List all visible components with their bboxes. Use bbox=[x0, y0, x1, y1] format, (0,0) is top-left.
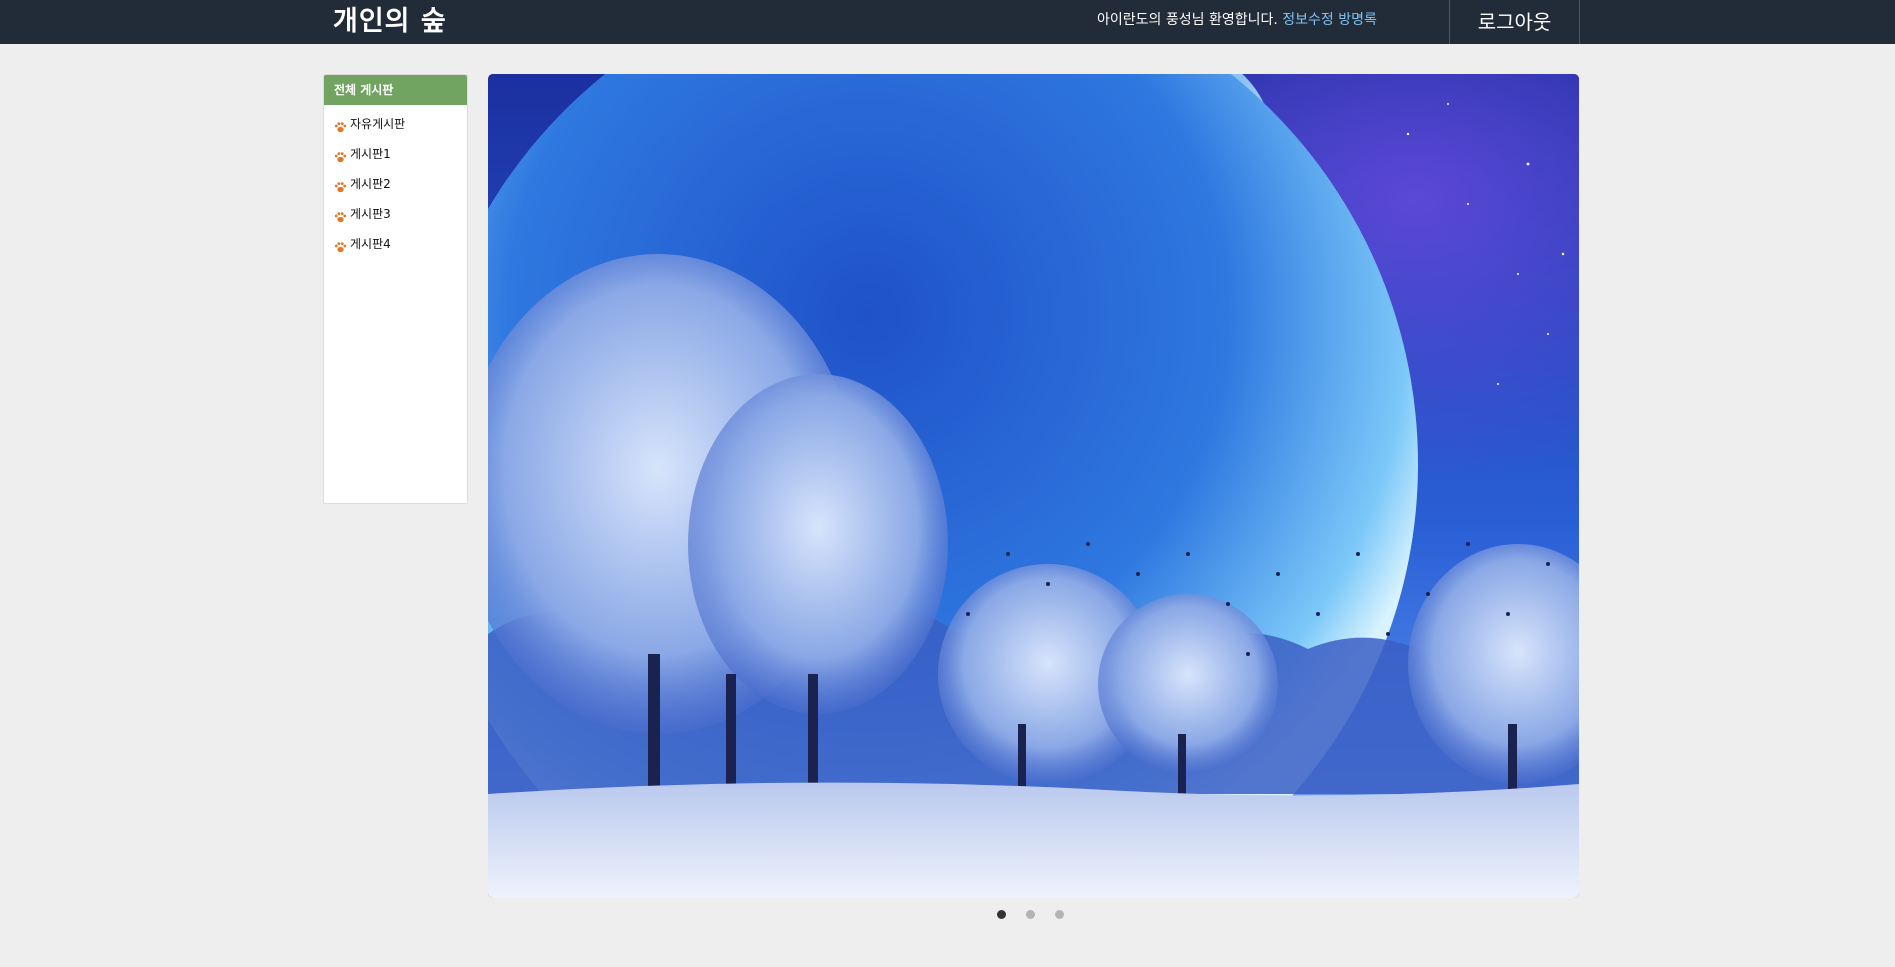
carousel-slide-image bbox=[488, 74, 1579, 898]
sidebar-item-board4[interactable]: 게시판4 bbox=[324, 229, 467, 259]
paw-icon bbox=[334, 115, 347, 133]
sidebar-item-free-board[interactable]: 자유게시판 bbox=[324, 109, 467, 139]
paw-icon bbox=[334, 235, 347, 253]
logout-button[interactable]: 로그아웃 bbox=[1449, 0, 1580, 44]
sidebar-item-label: 게시판4 bbox=[350, 237, 391, 251]
sidebar-item-board3[interactable]: 게시판3 bbox=[324, 199, 467, 229]
sidebar-item-label: 게시판2 bbox=[350, 177, 391, 191]
welcome-message: 아이란도의 풍성님 환영합니다. 정보수정 방명록 bbox=[1097, 10, 1377, 30]
sidebar-item-label: 게시판3 bbox=[350, 207, 391, 221]
edit-profile-link[interactable]: 정보수정 bbox=[1282, 12, 1334, 28]
paw-icon bbox=[334, 145, 347, 163]
sidebar-item-label: 게시판1 bbox=[350, 147, 391, 161]
sidebar-header[interactable]: 전체 게시판 bbox=[324, 75, 467, 105]
sidebar-item-board1[interactable]: 게시판1 bbox=[324, 139, 467, 169]
image-carousel[interactable] bbox=[488, 74, 1579, 898]
paw-icon bbox=[334, 175, 347, 193]
sidebar-item-board2[interactable]: 게시판2 bbox=[324, 169, 467, 199]
top-navbar: 개인의 숲 아이란도의 풍성님 환영합니다. 정보수정 방명록 로그아웃 bbox=[0, 0, 1895, 44]
board-list: 자유게시판 게시판1 게시판2 게시판3 게시판4 bbox=[324, 105, 467, 259]
welcome-text: 아이란도의 풍성님 환영합니다. bbox=[1097, 12, 1278, 28]
board-sidebar: 전체 게시판 자유게시판 게시판1 게시판2 게시판3 게시판4 bbox=[323, 74, 468, 504]
carousel-indicator-3[interactable] bbox=[1055, 910, 1064, 919]
carousel-indicator-2[interactable] bbox=[1026, 910, 1035, 919]
paw-icon bbox=[334, 205, 347, 223]
site-brand[interactable]: 개인의 숲 bbox=[333, 5, 447, 39]
carousel-indicator-1[interactable] bbox=[997, 910, 1006, 919]
carousel-indicators bbox=[997, 910, 1064, 922]
sidebar-item-label: 자유게시판 bbox=[350, 117, 406, 131]
guestbook-link[interactable]: 방명록 bbox=[1338, 12, 1377, 28]
